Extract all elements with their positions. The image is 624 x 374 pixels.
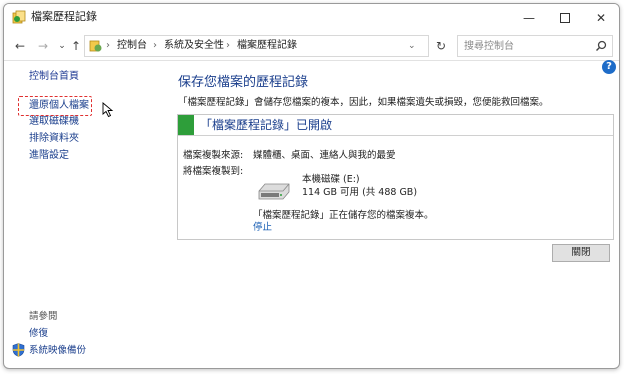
address-dropdown-icon[interactable]: ⌄ (408, 39, 416, 53)
sidebar-item-select-drive[interactable]: 選取磁碟機 (29, 115, 79, 129)
search-box[interactable] (457, 35, 613, 57)
minimize-button[interactable]: — (511, 4, 547, 32)
window-title: 檔案歷程記錄 (31, 10, 97, 23)
status-panel-header: 「檔案歷程記錄」已開啟 (178, 115, 613, 136)
status-indicator (178, 115, 194, 135)
breadcrumb-control-panel[interactable]: 控制台 (117, 39, 147, 53)
up-arrow-icon[interactable]: ↑ (68, 38, 84, 54)
sidebar-control-panel-home[interactable]: 控制台首頁 (29, 70, 79, 84)
address-bar[interactable]: › 控制台 › 系統及安全性 › 檔案歷程記錄 ⌄ (84, 35, 429, 57)
breadcrumb-file-history[interactable]: 檔案歷程記錄 (237, 39, 297, 53)
refresh-button[interactable]: ↻ (430, 35, 452, 57)
see-also-system-image-backup-link[interactable]: 系統映像備份 (29, 344, 86, 357)
search-input[interactable] (458, 36, 592, 56)
drive-space: 114 GB 可用 (共 488 GB) (302, 187, 418, 198)
mouse-pointer-icon (102, 102, 114, 118)
control-panel-icon (89, 40, 102, 52)
see-also-recovery-link[interactable]: 修復 (29, 327, 48, 340)
drive-icon (258, 183, 290, 200)
drive-name: 本機磁碟 (E:) (302, 174, 360, 185)
copy-from-label: 檔案複製來源: (183, 150, 244, 161)
page-heading: 保存您檔案的歷程記錄 (178, 75, 309, 90)
stop-link[interactable]: 停止 (253, 221, 272, 234)
file-history-app-icon (12, 10, 26, 24)
file-history-window: 檔案歷程記錄 — ✕ ← → ⌄ ↑ › 控制台 › 系統及安全性 › 檔案歷程… (3, 3, 620, 369)
breadcrumb-separator: › (106, 40, 110, 51)
help-icon[interactable]: ? (602, 60, 616, 74)
breadcrumb-system-security[interactable]: 系統及安全性 (164, 39, 224, 53)
maximize-button[interactable] (547, 4, 583, 32)
highlight-box (18, 96, 92, 116)
status-title: 「檔案歷程記錄」已開啟 (200, 118, 333, 132)
sidebar-item-advanced-settings[interactable]: 進階設定 (29, 149, 69, 163)
close-button[interactable]: 關閉 (552, 244, 610, 262)
maximize-icon (560, 13, 570, 23)
navigation-bar: ← → ⌄ ↑ › 控制台 › 系統及安全性 › 檔案歷程記錄 ⌄ ↻ (4, 32, 619, 61)
title-bar: 檔案歷程記錄 — ✕ (4, 4, 619, 32)
minimize-icon: — (523, 11, 535, 25)
shield-icon (12, 343, 25, 357)
forward-arrow-icon[interactable]: → (35, 38, 51, 54)
copy-from-value: 媒體櫃、桌面、連絡人與我的最愛 (253, 150, 396, 161)
search-icon[interactable] (594, 39, 608, 53)
breadcrumb-separator: › (226, 40, 230, 51)
saving-status: 「檔案歷程記錄」正在儲存您的檔案複本。 (253, 210, 434, 221)
back-arrow-icon[interactable]: ← (12, 38, 28, 54)
sidebar-item-exclude-folders[interactable]: 排除資料夾 (29, 132, 79, 146)
page-description: 「檔案歷程記錄」會儲存您檔案的複本，因此，如果檔案遺失或損毀，您便能救回檔案。 (178, 97, 549, 108)
close-window-button[interactable]: ✕ (583, 4, 619, 32)
status-panel: 「檔案歷程記錄」已開啟 檔案複製來源: 媒體櫃、桌面、連絡人與我的最愛 將檔案複… (177, 114, 614, 240)
refresh-icon: ↻ (435, 39, 447, 53)
see-also-title: 請參閱 (29, 311, 58, 322)
breadcrumb-separator: › (153, 40, 157, 51)
close-icon: ✕ (595, 11, 607, 25)
copy-to-label: 將檔案複製到: (183, 166, 244, 177)
